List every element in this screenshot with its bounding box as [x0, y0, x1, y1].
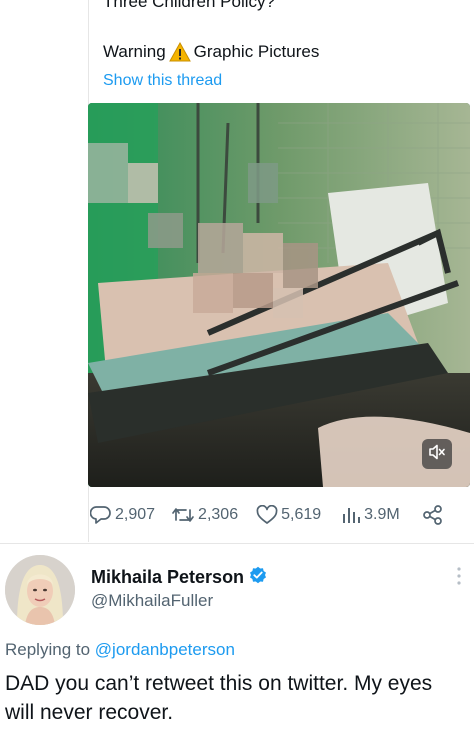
quoted-tweet-title: Three Children Policy?	[103, 0, 275, 11]
author-handle[interactable]: @MikhailaFuller	[91, 591, 213, 611]
replying-to-mention[interactable]: @jordanbpeterson	[95, 640, 235, 659]
tweet-divider	[0, 543, 474, 544]
mute-button[interactable]	[422, 439, 452, 469]
tweet-media-image[interactable]	[88, 103, 470, 487]
retweet-count: 2,306	[198, 506, 239, 523]
warning-label: Warning	[103, 42, 166, 61]
share-button[interactable]	[422, 504, 444, 526]
blurred-hospital-photo	[88, 103, 470, 487]
replying-to-line: Replying to @jordanbpeterson	[5, 640, 235, 660]
reply-icon	[90, 505, 112, 525]
retweet-metric[interactable]: 2,306	[171, 505, 238, 525]
views-count: 3.9M	[364, 506, 400, 523]
avatar-image	[5, 555, 75, 625]
author-name-row[interactable]: Mikhaila Peterson	[91, 566, 267, 589]
views-metric[interactable]: 3.9M	[341, 505, 400, 525]
avatar[interactable]	[5, 555, 75, 625]
retweet-icon	[171, 505, 195, 525]
more-icon[interactable]	[452, 565, 466, 587]
tweet-text: DAD you can’t retweet this on twitter. M…	[5, 672, 433, 724]
verified-badge-icon	[249, 566, 267, 589]
show-thread-link[interactable]: Show this thread	[103, 72, 222, 90]
share-icon	[422, 504, 444, 526]
like-metric[interactable]: 5,619	[256, 505, 321, 525]
warning-icon	[168, 41, 191, 62]
tweet-metrics-bar: 2,907 2,306 5,619 3.9M	[88, 500, 468, 530]
warning-line: Warning Graphic Pictures	[103, 41, 320, 62]
reply-count: 2,907	[115, 506, 156, 523]
replying-to-label: Replying to	[5, 640, 91, 659]
author-name[interactable]: Mikhaila Peterson	[91, 567, 244, 588]
like-count: 5,619	[281, 506, 322, 523]
like-icon	[256, 505, 278, 525]
mute-icon	[428, 444, 446, 465]
warning-text: Graphic Pictures	[193, 42, 320, 61]
reply-metric[interactable]: 2,907	[90, 505, 155, 525]
views-icon	[341, 505, 361, 525]
